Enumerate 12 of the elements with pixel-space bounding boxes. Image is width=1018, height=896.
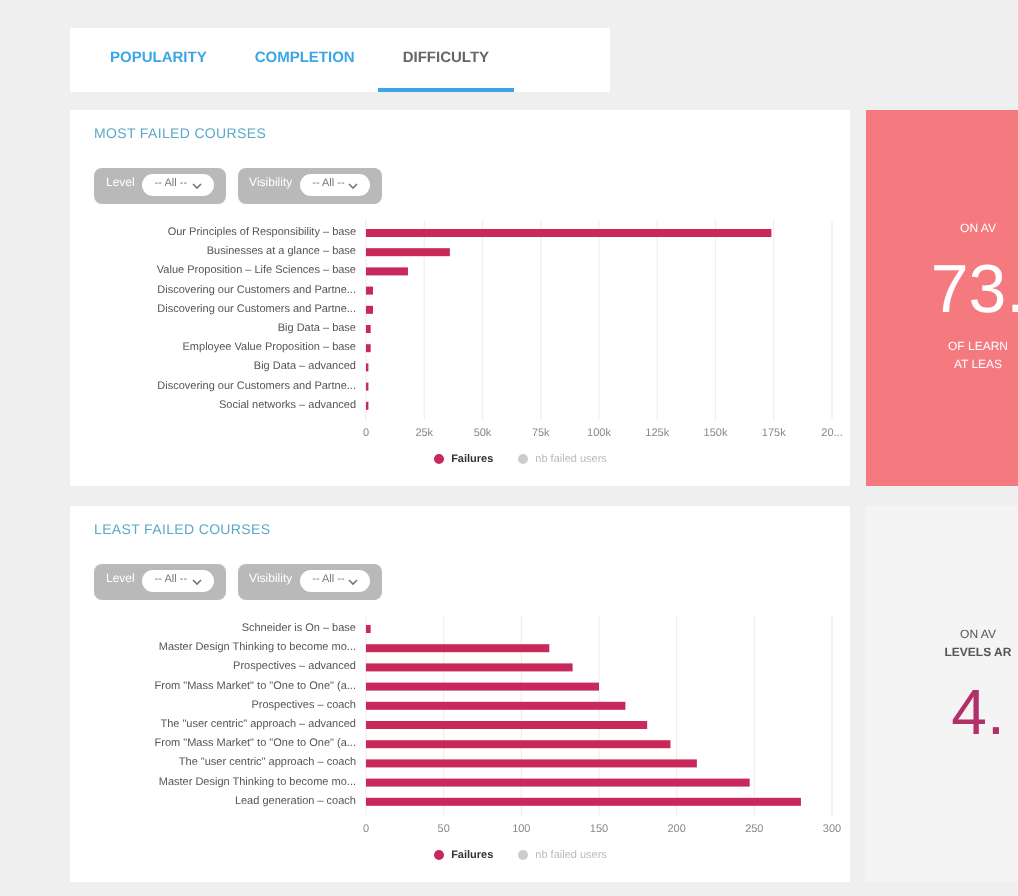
- bar: [366, 304, 373, 313]
- stat-value: 4.: [951, 680, 1005, 744]
- bar: [366, 247, 450, 256]
- bar: [366, 266, 408, 275]
- caret-icon: [348, 181, 359, 189]
- bar: [366, 343, 371, 352]
- bar: [366, 624, 371, 632]
- bar: [366, 285, 373, 294]
- caret-icon: [191, 577, 202, 585]
- caret-icon: [348, 577, 359, 585]
- bar: [366, 324, 371, 332]
- caret-icon: [191, 181, 202, 189]
